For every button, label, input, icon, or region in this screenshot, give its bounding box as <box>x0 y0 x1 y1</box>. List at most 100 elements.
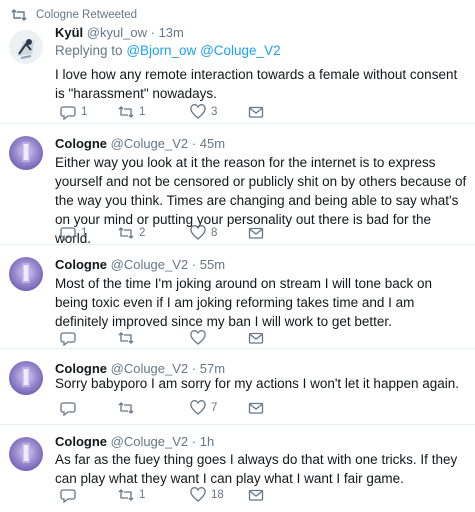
avatar[interactable] <box>9 30 43 64</box>
tweet-header: Cologne @Coluge_V2 · 55m <box>55 257 225 272</box>
tweet[interactable]: Cologne @Coluge_V2 · 55m Most of the tim… <box>0 245 475 349</box>
like-count: 8 <box>211 227 218 239</box>
tweet-text: Sorry babyporo I am sorry for my actions… <box>55 376 460 391</box>
like-button[interactable]: 18 <box>190 487 224 503</box>
retweet-icon <box>118 489 134 501</box>
envelope-icon <box>248 227 264 239</box>
reply-icon <box>60 489 76 503</box>
retweet-button[interactable]: 1 <box>118 487 145 503</box>
like-count: 3 <box>211 106 218 118</box>
reply-icon <box>60 227 76 241</box>
like-count: 7 <box>211 402 218 414</box>
like-count: 18 <box>211 489 224 501</box>
retweet-count: 1 <box>139 489 146 501</box>
user-handle[interactable]: @Coluge_V2 <box>111 136 189 151</box>
retweet-icon <box>118 402 134 414</box>
dm-button[interactable] <box>248 487 264 503</box>
retweet-indicator: Cologne Retweeted <box>11 9 138 21</box>
retweet-icon <box>118 227 134 239</box>
retweet-count: 1 <box>139 106 146 118</box>
tweet-actions: 1 1 3 <box>60 104 280 120</box>
tweet[interactable]: Cologne Retweeted Kyül @kyul_ow · 13m Re… <box>0 0 475 124</box>
reply-count: 1 <box>81 106 88 118</box>
like-button[interactable] <box>190 330 211 346</box>
timestamp[interactable]: 55m <box>200 257 225 272</box>
tweet-actions <box>60 330 280 346</box>
tweet[interactable]: Cologne @Coluge_V2 · 57m Sorry babyporo … <box>0 349 475 425</box>
reply-button[interactable]: 1 <box>60 225 87 241</box>
display-name[interactable]: Cologne <box>55 257 107 272</box>
anime-avatar-icon <box>9 30 43 64</box>
tweet-actions: 1 18 <box>60 487 280 503</box>
reply-button[interactable] <box>60 487 81 503</box>
reply-mention[interactable]: @Coluge_V2 <box>200 43 281 58</box>
separator-dot: · <box>150 25 155 40</box>
retweet-button[interactable]: 1 <box>118 104 145 120</box>
reply-button[interactable] <box>60 330 81 346</box>
tweet-text: As far as the fuey thing goes I always d… <box>55 452 458 486</box>
dm-button[interactable] <box>248 104 264 120</box>
reply-mention[interactable]: @Bjorn_ow <box>126 43 196 58</box>
tweet-header: Kyül @kyul_ow · 13m <box>55 25 184 40</box>
heart-icon <box>190 487 206 502</box>
tweet-header: Cologne @Coluge_V2 · 45m <box>55 136 225 151</box>
retweet-label: Cologne Retweeted <box>36 9 138 21</box>
reply-button[interactable]: 1 <box>60 104 87 120</box>
retweet-button[interactable] <box>118 330 139 346</box>
retweet-icon <box>118 106 134 118</box>
avatar[interactable] <box>9 361 43 395</box>
display-name[interactable]: Cologne <box>55 136 107 151</box>
heart-icon <box>190 225 206 240</box>
reply-icon <box>60 332 76 346</box>
retweet-button[interactable] <box>118 400 139 416</box>
dm-button[interactable] <box>248 400 264 416</box>
envelope-icon <box>248 332 264 344</box>
tweet-actions: 1 2 8 <box>60 225 280 241</box>
user-handle[interactable]: @Coluge_V2 <box>111 257 189 272</box>
reply-prefix: Replying to <box>55 43 123 58</box>
reply-button[interactable] <box>60 400 81 416</box>
retweet-icon <box>11 9 27 21</box>
retweet-count: 2 <box>139 227 146 239</box>
timestamp[interactable]: 1h <box>200 434 214 449</box>
envelope-icon <box>248 402 264 414</box>
purple-avatar-icon <box>9 136 43 170</box>
avatar[interactable] <box>9 257 43 291</box>
avatar[interactable] <box>9 437 43 471</box>
dm-button[interactable] <box>248 330 264 346</box>
separator-dot: · <box>191 136 197 151</box>
retweet-button[interactable]: 2 <box>118 225 145 241</box>
separator-dot: · <box>191 434 197 449</box>
envelope-icon <box>248 106 264 118</box>
replying-to: Replying to @Bjorn_ow @Coluge_V2 <box>55 43 281 58</box>
tweet-text: Most of the time I'm joking around on st… <box>55 276 433 329</box>
like-button[interactable]: 3 <box>190 104 217 120</box>
user-handle[interactable]: @Coluge_V2 <box>111 434 189 449</box>
tweet[interactable]: Cologne @Coluge_V2 · 45m Either way you … <box>0 124 475 246</box>
heart-icon <box>190 330 206 345</box>
heart-icon <box>190 400 206 415</box>
separator-dot: · <box>191 257 197 272</box>
display-name[interactable]: Kyül <box>55 25 83 40</box>
like-button[interactable]: 8 <box>190 225 217 241</box>
retweet-icon <box>118 332 134 344</box>
envelope-icon <box>248 489 264 501</box>
purple-avatar-icon <box>9 257 43 291</box>
avatar[interactable] <box>9 136 43 170</box>
reply-icon <box>60 402 76 416</box>
reply-count: 1 <box>81 227 88 239</box>
tweet-text: I love how any remote interaction toward… <box>55 67 458 101</box>
like-button[interactable]: 7 <box>190 400 217 416</box>
display-name[interactable]: Cologne <box>55 434 107 449</box>
tweet-actions: 7 <box>60 400 280 416</box>
timestamp[interactable]: 13m <box>159 25 184 40</box>
tweet-header: Cologne @Coluge_V2 · 1h <box>55 434 214 449</box>
purple-avatar-icon <box>9 361 43 395</box>
dm-button[interactable] <box>248 225 264 241</box>
user-handle[interactable]: @kyul_ow <box>87 25 147 40</box>
heart-icon <box>190 104 206 119</box>
purple-avatar-icon <box>9 437 43 471</box>
timestamp[interactable]: 45m <box>200 136 225 151</box>
tweet[interactable]: Cologne @Coluge_V2 · 1h As far as the fu… <box>0 425 475 512</box>
reply-icon <box>60 106 76 120</box>
